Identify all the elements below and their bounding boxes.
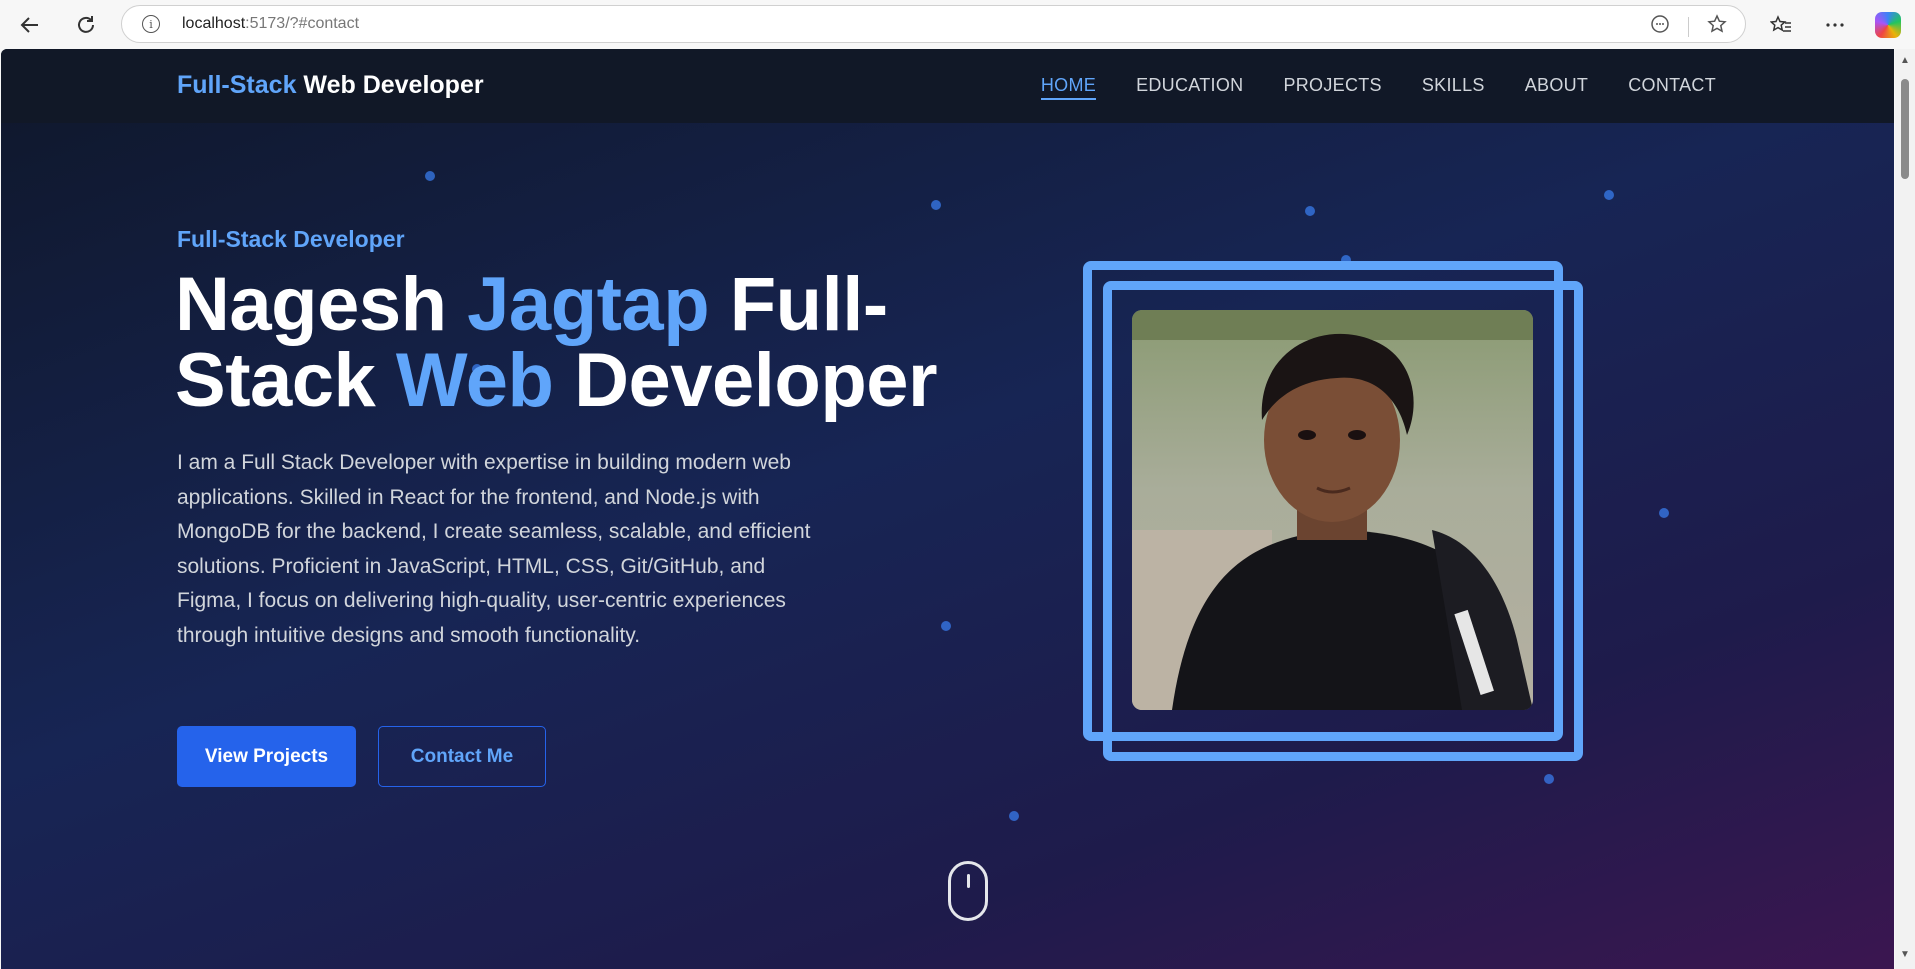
scroll-up-arrow-icon[interactable]: ▲ bbox=[1900, 55, 1910, 66]
site-brand[interactable]: Full-Stack Web Developer bbox=[177, 71, 484, 100]
nav-link-contact[interactable]: CONTACT bbox=[1628, 75, 1716, 100]
profile-photo bbox=[1132, 310, 1533, 710]
decor-dot bbox=[425, 171, 435, 181]
nav-link-about[interactable]: ABOUT bbox=[1525, 75, 1589, 100]
more-menu-icon[interactable] bbox=[1819, 9, 1851, 41]
nav-link-home[interactable]: HOME bbox=[1040, 75, 1097, 100]
decor-dot bbox=[931, 200, 941, 210]
contact-me-button[interactable]: Contact Me bbox=[378, 726, 546, 787]
back-icon[interactable] bbox=[14, 9, 46, 41]
decor-dot bbox=[1544, 774, 1554, 784]
favorite-star-icon[interactable] bbox=[1707, 14, 1727, 39]
decor-dot bbox=[1305, 206, 1315, 216]
decor-dot bbox=[1659, 508, 1669, 518]
address-bar[interactable]: i localhost:5173/?#contact bbox=[121, 5, 1746, 43]
hero-eyebrow: Full-Stack Developer bbox=[177, 226, 405, 252]
nav-link-skills[interactable]: SKILLS bbox=[1422, 75, 1485, 100]
copilot-icon[interactable] bbox=[1872, 9, 1904, 41]
site-menu: HOME EDUCATION PROJECTS SKILLS ABOUT CON… bbox=[1040, 75, 1716, 100]
decor-dot bbox=[1604, 190, 1614, 200]
view-projects-button[interactable]: View Projects bbox=[177, 726, 356, 787]
nav-link-education[interactable]: EDUCATION bbox=[1136, 75, 1243, 100]
browser-toolbar: i localhost:5173/?#contact bbox=[0, 0, 1915, 49]
site-navbar: Full-Stack Web Developer HOME EDUCATION … bbox=[1, 49, 1894, 123]
divider bbox=[1688, 16, 1689, 37]
site-info-icon[interactable]: i bbox=[142, 15, 160, 33]
scrollbar-thumb[interactable] bbox=[1901, 79, 1909, 179]
reload-icon[interactable] bbox=[70, 9, 102, 41]
favorites-icon[interactable] bbox=[1765, 9, 1797, 41]
page-viewport: Full-Stack Web Developer HOME EDUCATION … bbox=[1, 49, 1894, 969]
hero-headline: Nagesh Jagtap Full- Stack Web Developer bbox=[175, 262, 938, 423]
page-scrollbar[interactable]: ▲ ▼ bbox=[1895, 49, 1915, 969]
decor-dot bbox=[941, 621, 951, 631]
scroll-down-arrow-icon[interactable]: ▼ bbox=[1900, 949, 1910, 960]
decor-dot bbox=[1009, 811, 1019, 821]
url-text: localhost:5173/?#contact bbox=[182, 15, 360, 32]
reader-mode-icon[interactable] bbox=[1650, 14, 1670, 39]
scroll-down-indicator[interactable] bbox=[948, 861, 988, 921]
hero-description: I am a Full Stack Developer with experti… bbox=[177, 451, 811, 647]
nav-link-projects[interactable]: PROJECTS bbox=[1283, 75, 1381, 100]
